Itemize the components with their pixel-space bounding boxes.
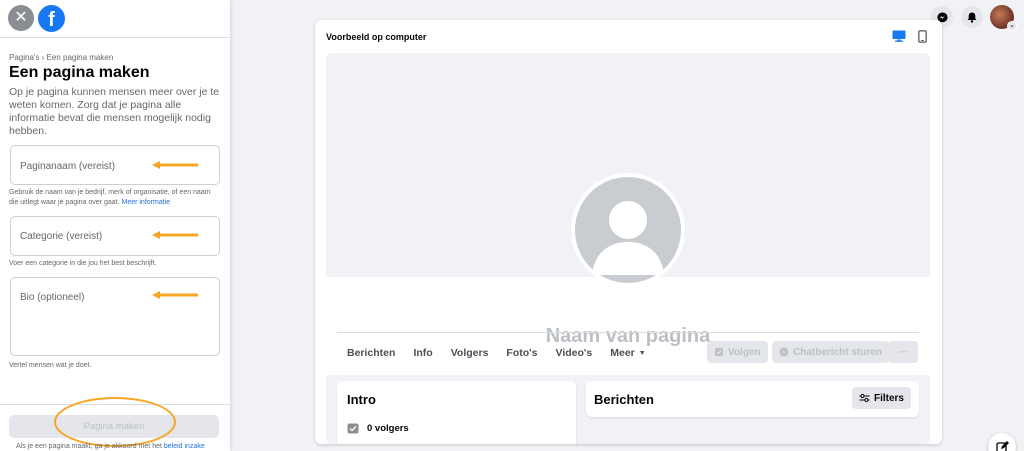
breadcrumb: Pagina's › Een pagina maken [9, 53, 114, 62]
followers-icon [347, 423, 359, 434]
divider [337, 332, 919, 333]
tab-videos[interactable]: Video's [556, 347, 593, 359]
terms-notice: Als je een pagina maakt, ga je akkoord m… [16, 443, 205, 450]
profile-picture [571, 173, 685, 287]
annotation-circle [54, 397, 176, 447]
bio-help: Vertel mensen wat je doet. [9, 362, 92, 369]
page-preview: Naam van pagina Berichten Info Volgers F… [326, 53, 930, 444]
page-title: Een pagina maken [9, 64, 150, 81]
terms-link[interactable]: beleid inzake [164, 443, 205, 450]
person-silhouette-icon [592, 201, 664, 275]
preview-card: Voorbeeld op computer Naam van pagina Be… [315, 20, 942, 444]
divider [0, 37, 230, 38]
page-name-help-text: Gebruik de naam van je bedrijf, merk of … [9, 189, 211, 206]
annotation-arrow-icon [152, 231, 198, 239]
panel-top-icons: ✕ f [8, 5, 65, 32]
tab-more[interactable]: Meer ▼ [610, 347, 645, 359]
caret-down-icon: ▼ [638, 349, 646, 357]
posts-title: Berichten [594, 392, 654, 407]
follow-button[interactable]: Volgen [707, 341, 768, 363]
category-placeholder: Categorie (vereist) [20, 231, 103, 242]
follow-label: Volgen [728, 346, 761, 358]
page-description: Op je pagina kunnen mensen meer over je … [9, 86, 220, 137]
page-name-placeholder: Paginanaam (vereist) [20, 161, 116, 172]
posts-card: Berichten Filters [586, 381, 919, 417]
tab-fotos[interactable]: Foto's [506, 347, 537, 359]
bell-icon[interactable] [961, 6, 983, 28]
facebook-logo-icon[interactable]: f [38, 5, 65, 32]
filters-icon [859, 394, 870, 402]
compose-icon[interactable] [988, 433, 1016, 451]
page-tabs: Berichten Info Volgers Foto's Video's Me… [347, 347, 664, 359]
tab-more-label: Meer [610, 347, 635, 359]
followers-count: 0 volgers [367, 422, 409, 434]
filters-button[interactable]: Filters [851, 387, 911, 409]
terms-text: Als je een pagina maakt, ga je akkoord m… [16, 443, 162, 450]
more-options-button[interactable]: ··· [888, 341, 918, 363]
mobile-icon[interactable] [918, 30, 927, 43]
message-button[interactable]: Chatbericht sturen [772, 341, 889, 363]
annotation-arrow-icon [152, 161, 198, 169]
filters-label: Filters [873, 392, 904, 404]
message-label: Chatbericht sturen [793, 346, 882, 358]
tab-berichten[interactable]: Berichten [347, 347, 395, 359]
tab-volgers[interactable]: Volgers [451, 347, 489, 359]
preview-title: Voorbeeld op computer [326, 32, 427, 42]
more-info-link[interactable]: Meer informatie [121, 199, 170, 206]
chevron-down-icon[interactable]: ⌄ [1007, 21, 1017, 31]
category-help: Voer een categorie in die jou het best b… [9, 260, 157, 267]
followers-row: 0 volgers [347, 422, 409, 434]
intro-card: Intro 0 volgers [337, 381, 576, 444]
close-icon[interactable]: ✕ [8, 5, 34, 31]
bio-field[interactable]: Bio (optioneel) [10, 277, 220, 356]
messenger-icon [779, 347, 789, 357]
annotation-arrow-icon [152, 291, 198, 299]
intro-title: Intro [347, 392, 376, 407]
create-page-panel: ✕ f Pagina's › Een pagina maken Een pagi… [0, 0, 230, 451]
desktop-icon[interactable] [892, 30, 906, 42]
page-name-help: Gebruik de naam van je bedrijf, merk of … [9, 188, 221, 208]
follow-icon [715, 348, 723, 356]
bio-placeholder: Bio (optioneel) [20, 292, 85, 303]
tab-info[interactable]: Info [413, 347, 432, 359]
